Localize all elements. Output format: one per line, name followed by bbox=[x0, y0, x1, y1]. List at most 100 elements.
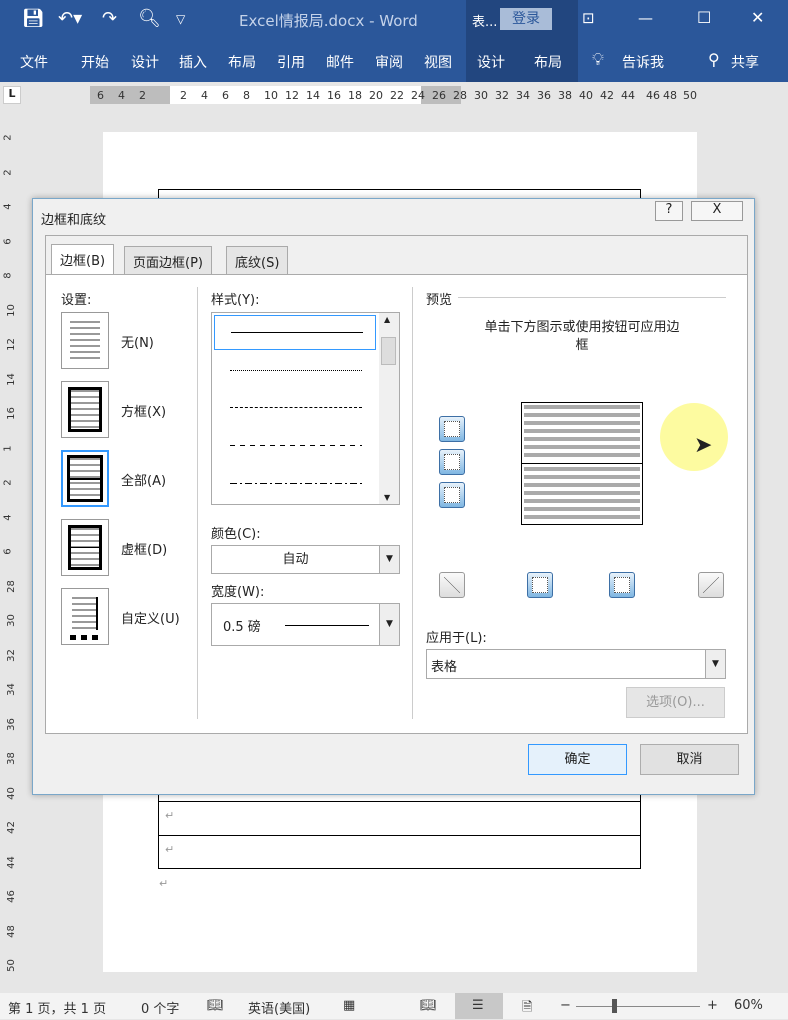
chevron-down-icon[interactable]: ▼ bbox=[379, 604, 399, 645]
print-preview-icon[interactable]: 🔍︎ bbox=[138, 8, 161, 29]
cell-mark: ↵ bbox=[165, 843, 175, 856]
chevron-down-icon[interactable]: ▼ bbox=[379, 546, 399, 573]
style-option-selected[interactable] bbox=[214, 315, 376, 350]
tab-design[interactable]: 设计 bbox=[131, 52, 159, 72]
macro-icon[interactable]: ▦ bbox=[343, 998, 355, 1013]
customize-qat-icon[interactable]: ▽ bbox=[176, 12, 185, 26]
tab-file[interactable]: 文件 bbox=[20, 52, 48, 72]
style-option-dash-dot[interactable] bbox=[230, 483, 362, 484]
diagonal-down-border-button[interactable] bbox=[698, 572, 724, 598]
tab-references[interactable]: 引用 bbox=[277, 52, 305, 72]
undo-icon[interactable]: ↶▾ bbox=[58, 8, 82, 29]
zoom-slider[interactable] bbox=[576, 1006, 700, 1007]
setting-all-button[interactable] bbox=[61, 450, 109, 507]
proofing-icon[interactable]: 📖︎ bbox=[207, 998, 224, 1013]
right-border-button[interactable] bbox=[609, 572, 635, 598]
login-button[interactable]: 登录 bbox=[500, 8, 552, 30]
dialog-title: 边框和底纹 bbox=[41, 213, 107, 228]
top-border-button[interactable] bbox=[439, 416, 465, 442]
inside-horizontal-border-button[interactable] bbox=[439, 449, 465, 475]
tab-layout[interactable]: 布局 bbox=[228, 52, 256, 72]
vertical-ruler-tick: 38 bbox=[5, 752, 17, 765]
setting-none-label[interactable]: 无(N) bbox=[121, 332, 154, 351]
maximize-button[interactable]: ☐ bbox=[697, 8, 711, 27]
ruler-tick: 36 bbox=[537, 89, 551, 102]
language-status[interactable]: 英语(美国) bbox=[248, 998, 310, 1017]
vertical-ruler-tick: 40 bbox=[5, 786, 17, 800]
diagonal-up-border-button[interactable] bbox=[439, 572, 465, 598]
tab-borders[interactable]: 边框(B) bbox=[51, 244, 115, 275]
tab-table-layout[interactable]: 布局 bbox=[534, 52, 562, 72]
bottom-border-button[interactable] bbox=[439, 482, 465, 508]
width-dropdown[interactable]: 0.5 磅 ▼ bbox=[211, 603, 400, 646]
ruler-tick: 30 bbox=[474, 89, 488, 102]
page-count[interactable]: 第 1 页，共 1 页 bbox=[8, 998, 106, 1017]
ruler-tick: 8 bbox=[243, 89, 250, 102]
setting-grid-button[interactable] bbox=[61, 519, 109, 576]
setting-none-button[interactable] bbox=[61, 312, 109, 369]
zoom-out-button[interactable]: − bbox=[560, 998, 571, 1013]
options-button[interactable]: 选项(O)... bbox=[626, 687, 725, 718]
setting-custom-button[interactable] bbox=[61, 588, 109, 645]
preview-diagram[interactable] bbox=[521, 402, 643, 525]
status-bar: 第 1 页，共 1 页 0 个字 📖︎ 英语(美国) ▦ 📖︎ ☰ 🗎︎ − +… bbox=[0, 993, 788, 1019]
tab-page-border[interactable]: 页面边框(P) bbox=[124, 246, 212, 275]
left-border-button[interactable] bbox=[527, 572, 553, 598]
color-dropdown[interactable]: 自动 ▼ bbox=[211, 545, 400, 574]
web-layout-icon[interactable]: 🗎︎ bbox=[522, 998, 532, 1020]
help-button[interactable]: ? bbox=[655, 201, 683, 221]
vertical-ruler-tick: 4 bbox=[2, 513, 14, 521]
ruler-tick: 12 bbox=[285, 89, 299, 102]
setting-custom-label[interactable]: 自定义(U) bbox=[121, 608, 180, 627]
setting-box-label[interactable]: 方框(X) bbox=[121, 401, 166, 420]
color-value: 自动 bbox=[282, 552, 309, 567]
tab-insert[interactable]: 插入 bbox=[179, 52, 207, 72]
tab-selector-icon[interactable]: L bbox=[3, 86, 21, 104]
tell-me-button[interactable]: 告诉我 bbox=[622, 52, 664, 72]
ok-button[interactable]: 确定 bbox=[528, 744, 627, 775]
minimize-button[interactable]: — bbox=[638, 9, 653, 27]
ruler-tick: 40 bbox=[579, 89, 593, 102]
save-icon[interactable]: 💾︎ bbox=[22, 8, 45, 29]
zoom-level[interactable]: 60% bbox=[734, 998, 763, 1013]
ruler-tick: 20 bbox=[369, 89, 383, 102]
ruler-tick: 16 bbox=[327, 89, 341, 102]
tab-shading[interactable]: 底纹(S) bbox=[226, 246, 289, 275]
chevron-down-icon[interactable]: ▼ bbox=[705, 650, 725, 678]
zoom-slider-thumb[interactable] bbox=[612, 999, 617, 1013]
ribbon-display-options-icon[interactable]: ⊡ bbox=[582, 9, 595, 27]
dialog-close-button[interactable]: X bbox=[691, 201, 743, 221]
setting-grid-label[interactable]: 虚框(D) bbox=[121, 539, 167, 558]
style-label: 样式(Y): bbox=[211, 293, 260, 308]
vertical-ruler-tick: 36 bbox=[5, 717, 17, 731]
horizontal-ruler[interactable]: L 6 4 2 2 4 6 8 10 12 14 16 18 20 22 24 26 28 30 32 34 36… bbox=[0, 82, 788, 108]
tab-table-design[interactable]: 设计 bbox=[477, 52, 505, 72]
zoom-in-button[interactable]: + bbox=[707, 998, 718, 1013]
style-list-scrollbar[interactable]: ▲ ▼ bbox=[379, 313, 399, 504]
vertical-ruler-tick: 50 bbox=[5, 959, 17, 972]
cancel-button[interactable]: 取消 bbox=[640, 744, 739, 775]
read-mode-icon[interactable]: 📖︎ bbox=[420, 998, 437, 1013]
style-option-dashed[interactable] bbox=[230, 407, 362, 408]
tab-review[interactable]: 审阅 bbox=[375, 52, 403, 72]
apply-to-dropdown[interactable]: 表格 ▼ bbox=[426, 649, 726, 679]
ruler-tick: 38 bbox=[558, 89, 572, 102]
style-list[interactable]: ▲ ▼ bbox=[211, 312, 400, 505]
setting-box-button[interactable] bbox=[61, 381, 109, 438]
vertical-ruler-tick: 6 bbox=[2, 548, 14, 555]
tab-home[interactable]: 开始 bbox=[81, 52, 109, 72]
apply-to-label: 应用于(L): bbox=[426, 631, 487, 646]
vertical-ruler-tick: 10 bbox=[5, 303, 17, 317]
print-layout-icon[interactable]: ☰ bbox=[472, 998, 484, 1013]
word-count[interactable]: 0 个字 bbox=[141, 998, 179, 1017]
close-window-button[interactable]: ✕ bbox=[751, 8, 764, 27]
tab-mailings[interactable]: 邮件 bbox=[326, 52, 354, 72]
vertical-ruler[interactable]: 2 2 4 6 8 10 12 14 16 1 2 4 6 28 30 32 34 36 38 40 42 44 46 48 5… bbox=[0, 130, 22, 990]
tab-view[interactable]: 视图 bbox=[424, 52, 452, 72]
style-option-dotted[interactable] bbox=[230, 370, 362, 371]
paragraph-mark: ↵ bbox=[159, 877, 169, 890]
share-button[interactable]: 共享 bbox=[731, 52, 759, 72]
style-option-long-dash[interactable] bbox=[230, 445, 362, 446]
redo-icon[interactable]: ↷ bbox=[102, 8, 117, 29]
setting-all-label[interactable]: 全部(A) bbox=[121, 470, 166, 489]
